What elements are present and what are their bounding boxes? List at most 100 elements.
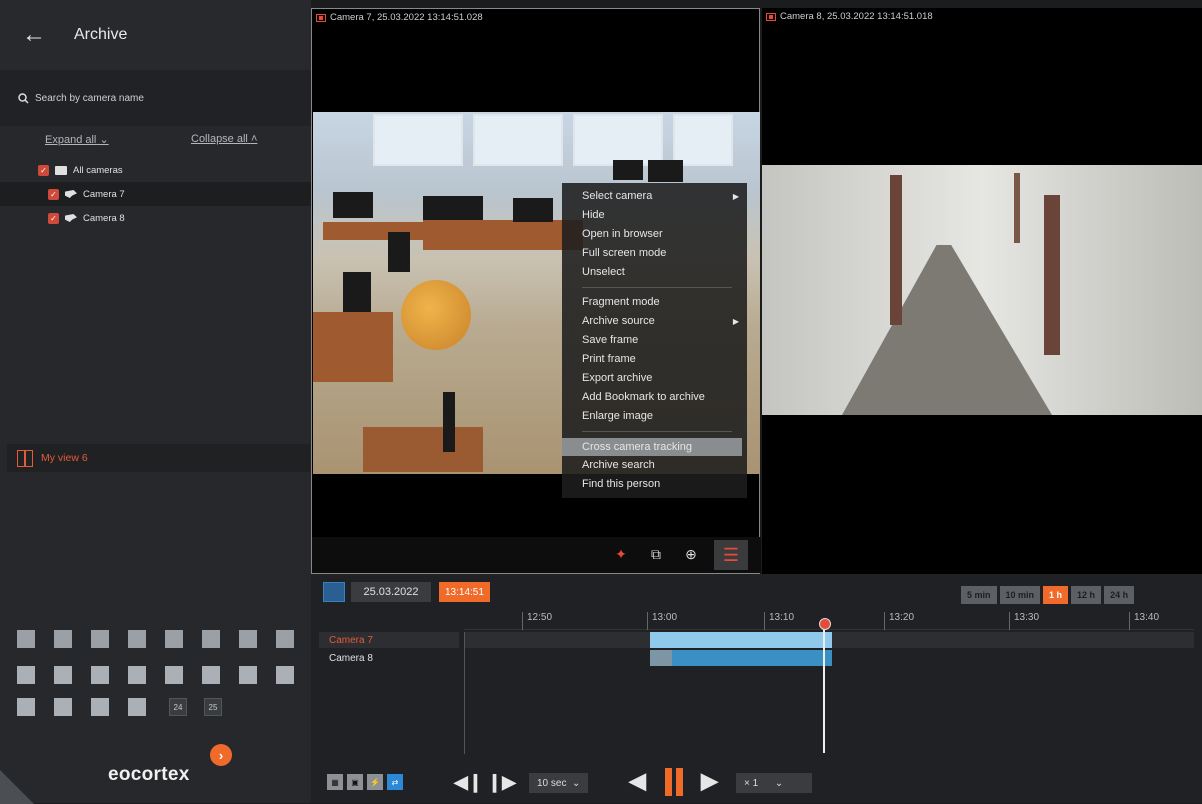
menu-item-enlarge-image[interactable]: Enlarge image [582,410,653,422]
layout-15-icon[interactable] [239,666,257,684]
event-icon[interactable]: ⚡ [367,774,383,790]
tick-label: 12:50 [522,612,552,630]
back-arrow-icon[interactable]: ← [22,21,62,49]
submenu-arrow-icon: ▶ [732,192,739,201]
camera-7-timestamp: Camera 7, 25.03.2022 13:14:51.028 [330,12,483,23]
record-icon [316,13,326,22]
checkbox-icon[interactable]: ✓ [48,212,59,224]
layout-25-button[interactable]: 25 [204,698,222,716]
layout-19-icon[interactable] [91,698,109,716]
time-field[interactable]: 13:14:51 [439,582,490,602]
folder-icon [55,165,67,175]
menu-icon[interactable]: ☰ [714,540,748,570]
chevron-down-icon: ⌄ [572,777,581,789]
checkbox-icon[interactable]: ✓ [38,164,49,176]
layout-13-icon[interactable] [165,666,183,684]
view-layout-icon [17,449,33,467]
layout-10-icon[interactable] [54,666,72,684]
expand-all-link[interactable]: Expand all ⌄ [45,133,109,146]
save-icon[interactable]: ▣ [347,774,363,790]
camera-8-viewport[interactable]: Camera 8, 25.03.2022 13:14:51.018 [762,8,1202,574]
search-placeholder: Search by camera name [35,92,144,104]
menu-item-archive-search[interactable]: Archive search [582,459,655,471]
layout-24-button[interactable]: 24 [169,698,187,716]
timeline-row-camera-7[interactable]: Camera 7 [319,632,459,648]
scale-12h-button[interactable]: 12 h [1071,586,1102,604]
tree-item-label: All cameras [73,164,123,176]
tree-item-label: Camera 8 [83,212,125,224]
menu-item-unselect[interactable]: Unselect [582,266,625,278]
camera-7-toolbar: ✦ ⧉ ⊕ ☰ [312,537,761,573]
timeline-panel: 25.03.2022 13:14:51 5 min 10 min 1 h 12 … [311,574,1202,803]
menu-item-open-in-browser[interactable]: Open in browser [582,228,663,240]
scale-1h-button[interactable]: 1 h [1043,586,1069,604]
tick-label: 13:30 [1009,612,1039,630]
tree-item-camera-8[interactable]: ✓ Camera 8 [0,206,311,230]
timeline-row-camera-8[interactable]: Camera 8 [319,650,459,666]
menu-item-archive-source[interactable]: Archive source [582,315,655,327]
date-field[interactable]: 25.03.2022 [351,582,431,602]
layout-6-icon[interactable] [202,630,220,648]
layout-4-icon[interactable] [128,630,146,648]
resize-corner-icon[interactable] [0,770,34,804]
scale-24h-button[interactable]: 24 h [1104,586,1135,604]
camera-icon [65,190,77,198]
menu-item-export-archive[interactable]: Export archive [582,372,652,384]
fullscreen-icon[interactable]: ⧉ [644,542,668,566]
bean-bag [401,280,471,350]
calendar-icon[interactable] [323,582,345,602]
layout-1-icon[interactable] [17,630,35,648]
collapse-all-link[interactable]: Collapse all ˄ [191,133,257,145]
tree-item-camera-7[interactable]: ✓ Camera 7 [0,182,311,206]
menu-item-find-this-person[interactable]: Find this person [582,478,660,490]
checkbox-icon[interactable]: ✓ [48,188,59,200]
tick-label: 13:40 [1129,612,1159,630]
tree-item-all-cameras[interactable]: ✓ All cameras [0,158,311,182]
menu-item-add-bookmark[interactable]: Add Bookmark to archive [582,391,705,403]
menu-item-select-camera[interactable]: Select camera [582,190,652,202]
tracking-icon[interactable]: ✦ [609,542,633,566]
play-backward-icon[interactable]: ◀ [629,768,646,794]
export-icon[interactable]: ▦ [327,774,343,790]
menu-item-fragment-mode[interactable]: Fragment mode [582,296,660,308]
tick-label: 13:10 [764,612,794,630]
layout-17-icon[interactable] [17,698,35,716]
speed-select[interactable]: × 1 ⌄ [736,773,812,793]
camera-8-timestamp: Camera 8, 25.03.2022 13:14:51.018 [780,11,933,22]
layout-9-icon[interactable] [17,666,35,684]
layout-2-icon[interactable] [54,630,72,648]
step-back-icon[interactable]: ◀❙ [454,772,483,793]
view-item-my-view-6[interactable]: My view 6 [7,444,310,472]
layout-3-icon[interactable] [91,630,109,648]
layout-11-icon[interactable] [91,666,109,684]
layout-16-icon[interactable] [276,666,294,684]
recording-track-camera-8[interactable] [650,650,832,666]
play-forward-icon[interactable]: ▶ [701,768,718,794]
scale-10min-button[interactable]: 10 min [999,586,1041,604]
playback-controls: ▦ ▣ ⚡ ⇄ ◀❙ ❙▶ 10 sec ⌄ ◀ ▶ × 1 ⌄ [311,766,1202,800]
step-interval-select[interactable]: 10 sec ⌄ [529,773,589,793]
recording-track-camera-7[interactable] [650,632,832,648]
step-forward-icon[interactable]: ❙▶ [487,772,516,793]
menu-item-print-frame[interactable]: Print frame [582,353,636,365]
scale-5min-button[interactable]: 5 min [961,586,997,604]
layout-20-icon[interactable] [128,698,146,716]
chevron-down-icon: ⌄ [99,134,109,146]
layout-5-icon[interactable] [165,630,183,648]
pause-icon[interactable] [663,768,685,798]
layout-18-icon[interactable] [54,698,72,716]
menu-item-save-frame[interactable]: Save frame [582,334,638,346]
layout-7-icon[interactable] [239,630,257,648]
layout-8-icon[interactable] [276,630,294,648]
scale-selector: 5 min 10 min 1 h 12 h 24 h [961,586,1135,604]
layout-12-icon[interactable] [128,666,146,684]
search-input[interactable]: Search by camera name [0,70,311,126]
playhead[interactable] [820,618,829,753]
layout-14-icon[interactable] [202,666,220,684]
menu-item-full-screen[interactable]: Full screen mode [582,247,666,259]
menu-item-hide[interactable]: Hide [582,209,605,221]
page-title: Archive [74,26,128,43]
zoom-in-icon[interactable]: ⊕ [679,542,703,566]
sync-icon[interactable]: ⇄ [387,774,403,790]
menu-item-cross-camera-tracking[interactable]: Cross camera tracking [562,438,742,456]
